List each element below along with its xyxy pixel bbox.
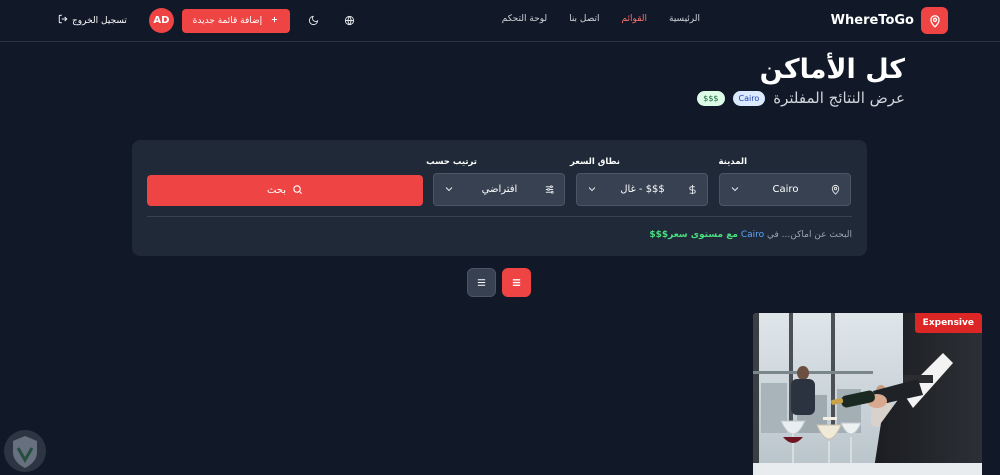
- summary-prefix: البحث عن اماكن... في: [767, 230, 852, 240]
- price-label: نطاق السعر: [569, 157, 620, 167]
- nav-actions: تسجيل الخروج AD إضافة قائمة جديدة: [58, 8, 358, 33]
- summary-price: مع مستوى سعر$$$: [649, 230, 738, 240]
- logout-icon: [58, 14, 68, 27]
- sort-select[interactable]: افتراضي: [433, 173, 565, 206]
- watermark-shield-icon: [2, 428, 48, 474]
- sliders-icon: [544, 180, 555, 199]
- add-listing-button[interactable]: إضافة قائمة جديدة: [181, 8, 290, 33]
- add-listing-label: إضافة قائمة جديدة: [192, 15, 263, 26]
- search-button-label: بحث: [266, 185, 287, 196]
- globe-icon: [344, 11, 355, 30]
- navbar: WhereToGo الرئيسية القوائم اتصل بنا لوحة…: [0, 0, 1000, 42]
- chevron-down-icon: [729, 180, 741, 199]
- avatar[interactable]: AD: [148, 8, 174, 33]
- search-icon: [292, 184, 303, 198]
- nav-link-home[interactable]: الرئيسية: [669, 14, 700, 24]
- city-select[interactable]: Cairo: [719, 173, 851, 206]
- logout-button[interactable]: تسجيل الخروج: [58, 14, 127, 27]
- sort-label: ترتيب حسب: [426, 157, 477, 167]
- chevron-down-icon: [443, 180, 455, 199]
- search-summary: البحث عن اماكن... في Cairo مع مستوى سعر$…: [649, 230, 852, 240]
- plus-icon: [270, 15, 279, 27]
- nav-links: الرئيسية القوائم اتصل بنا لوحة التحكم: [502, 14, 700, 24]
- panel-divider: [147, 216, 852, 217]
- city-label: المدينة: [718, 157, 747, 167]
- moon-icon: [308, 11, 319, 30]
- brand[interactable]: WhereToGo: [831, 7, 948, 34]
- theme-toggle-button[interactable]: [306, 13, 322, 29]
- search-button[interactable]: بحث: [147, 175, 423, 206]
- price-select[interactable]: $$$ - غال: [576, 173, 708, 206]
- language-button[interactable]: [342, 13, 358, 29]
- price-select-value: $$$ - غال: [620, 184, 665, 195]
- page-subtitle: عرض النتائج المفلترة: [773, 89, 905, 107]
- city-select-value: Cairo: [772, 184, 799, 195]
- price-filter-chip: $$$: [697, 90, 725, 106]
- list-icon: [476, 273, 487, 292]
- brand-name: WhereToGo: [830, 13, 914, 28]
- nav-link-listings[interactable]: القوائم: [622, 14, 647, 24]
- page-title: كل الأماكن: [759, 54, 905, 85]
- subtitle-row: عرض النتائج المفلترة Cairo $$$: [697, 88, 905, 108]
- city-filter-chip: Cairo: [732, 90, 766, 106]
- nav-link-contact[interactable]: اتصل بنا: [569, 14, 599, 24]
- map-pin-logo-icon: [921, 7, 948, 34]
- price-badge: Expensive: [914, 313, 982, 333]
- sort-select-value: افتراضي: [481, 184, 518, 195]
- listing-card[interactable]: Expensive: [753, 313, 982, 475]
- summary-city: Cairo: [740, 230, 765, 240]
- search-panel: المدينة Cairo نطاق السعر $$$ - غال ترتيب…: [132, 140, 867, 256]
- listing-photo: [753, 313, 982, 475]
- map-pin-icon: [830, 180, 841, 199]
- dollar-icon: [687, 180, 698, 199]
- chevron-down-icon: [586, 180, 598, 199]
- nav-link-dashboard[interactable]: لوحة التحكم: [502, 14, 547, 24]
- grid-view-button[interactable]: [502, 268, 531, 297]
- logout-label: تسجيل الخروج: [72, 15, 127, 26]
- list-view-button[interactable]: [467, 268, 496, 297]
- view-toggle: [467, 268, 531, 297]
- rows-icon: [511, 273, 522, 292]
